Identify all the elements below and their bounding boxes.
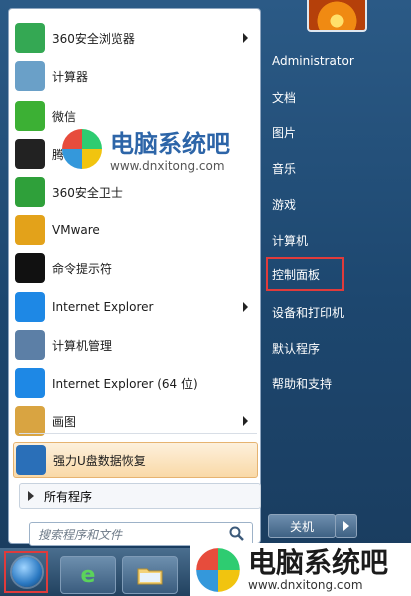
place-link[interactable]: 图片: [272, 124, 296, 141]
watermark-title: 电脑系统吧: [110, 130, 230, 158]
expand-arrow-icon: [28, 491, 34, 501]
start-menu: 360安全浏览器计算器微信腾讯QQ360安全卫士VMware命令提示符Inter…: [0, 0, 411, 548]
ie-icon: e: [80, 562, 96, 588]
place-link[interactable]: 音乐: [272, 160, 296, 177]
program-label: Internet Explorer: [52, 300, 154, 314]
windows-logo-icon: [62, 128, 102, 169]
calculator-icon: [15, 61, 45, 91]
computer-management-icon: [15, 330, 45, 360]
wechat-icon: [15, 101, 45, 131]
all-programs-label: 所有程序: [44, 489, 93, 504]
place-link[interactable]: 文档: [272, 89, 296, 106]
watermark-text: 电脑系统吧 www.dnxitong.com: [110, 124, 230, 173]
submenu-arrow-icon: [243, 416, 248, 426]
watermark-url: www.dnxitong.com: [110, 159, 225, 173]
program-item[interactable]: VMware: [13, 213, 256, 247]
folder-icon: [137, 568, 163, 585]
browser-360-icon: [15, 23, 45, 53]
program-label: 命令提示符: [52, 261, 113, 276]
program-label: 360安全卫士: [52, 185, 123, 200]
program-label: 360安全浏览器: [52, 31, 135, 46]
place-link[interactable]: 设备和打印机: [272, 304, 344, 321]
taskbar-explorer-button[interactable]: [122, 556, 178, 594]
program-item[interactable]: 计算器: [13, 59, 256, 93]
guard-360-icon: [15, 177, 45, 207]
qq-icon: [15, 139, 45, 169]
windows-start-orb-icon[interactable]: [12, 557, 42, 587]
usb-recovery-icon: [16, 445, 46, 475]
watermark-title: 电脑系统吧: [248, 545, 389, 579]
program-label: 微信: [52, 109, 77, 124]
program-label: 强力U盘数据恢复: [53, 453, 146, 468]
place-link[interactable]: 帮助和支持: [272, 375, 332, 392]
start-button-highlight-box[interactable]: [4, 551, 48, 593]
shutdown-button[interactable]: 关机: [268, 514, 336, 538]
ie-icon: [15, 292, 45, 322]
shutdown-label: 关机: [289, 519, 314, 534]
program-item[interactable]: 360安全卫士: [13, 175, 256, 209]
watermark-url: www.dnxitong.com: [248, 577, 363, 592]
submenu-arrow-icon: [243, 302, 248, 312]
program-label: 计算器: [52, 69, 89, 84]
ie-icon: [15, 368, 45, 398]
search-icon[interactable]: [228, 525, 246, 543]
watermark-center: 电脑系统吧 www.dnxitong.com: [60, 124, 230, 173]
program-item[interactable]: Internet Explorer: [13, 290, 256, 324]
program-label: 计算机管理: [52, 338, 113, 353]
submenu-arrow-icon: [243, 33, 248, 43]
program-label: Internet Explorer (64 位): [52, 376, 198, 391]
program-label: 画图: [52, 414, 77, 429]
program-item[interactable]: 命令提示符: [13, 251, 256, 285]
program-item[interactable]: 360安全浏览器: [13, 21, 256, 55]
all-programs-button[interactable]: 所有程序: [19, 483, 261, 509]
watermark-corner: 电脑系统吧 www.dnxitong.com: [190, 543, 411, 596]
program-item[interactable]: 计算机管理: [13, 328, 256, 362]
place-link[interactable]: 游戏: [272, 196, 296, 213]
search-placeholder: 搜索程序和文件: [38, 527, 123, 542]
program-label: VMware: [52, 223, 100, 237]
paint-icon: [15, 406, 45, 436]
control-panel-highlight-box: [266, 257, 344, 291]
shutdown-options-button[interactable]: [335, 514, 357, 538]
place-link[interactable]: 计算机: [272, 232, 308, 249]
cmd-icon: [15, 253, 45, 283]
user-avatar-icon[interactable]: [307, 0, 367, 32]
program-item[interactable]: 强力U盘数据恢复: [13, 442, 258, 478]
taskbar-ie-button[interactable]: e: [60, 556, 116, 594]
divider: [19, 433, 257, 434]
programs-panel: 360安全浏览器计算器微信腾讯QQ360安全卫士VMware命令提示符Inter…: [8, 8, 261, 546]
windows-logo-icon: [196, 547, 240, 592]
place-link[interactable]: Administrator: [272, 54, 354, 68]
program-item[interactable]: Internet Explorer (64 位): [13, 366, 256, 400]
place-link[interactable]: 默认程序: [272, 340, 320, 357]
vmware-icon: [15, 215, 45, 245]
